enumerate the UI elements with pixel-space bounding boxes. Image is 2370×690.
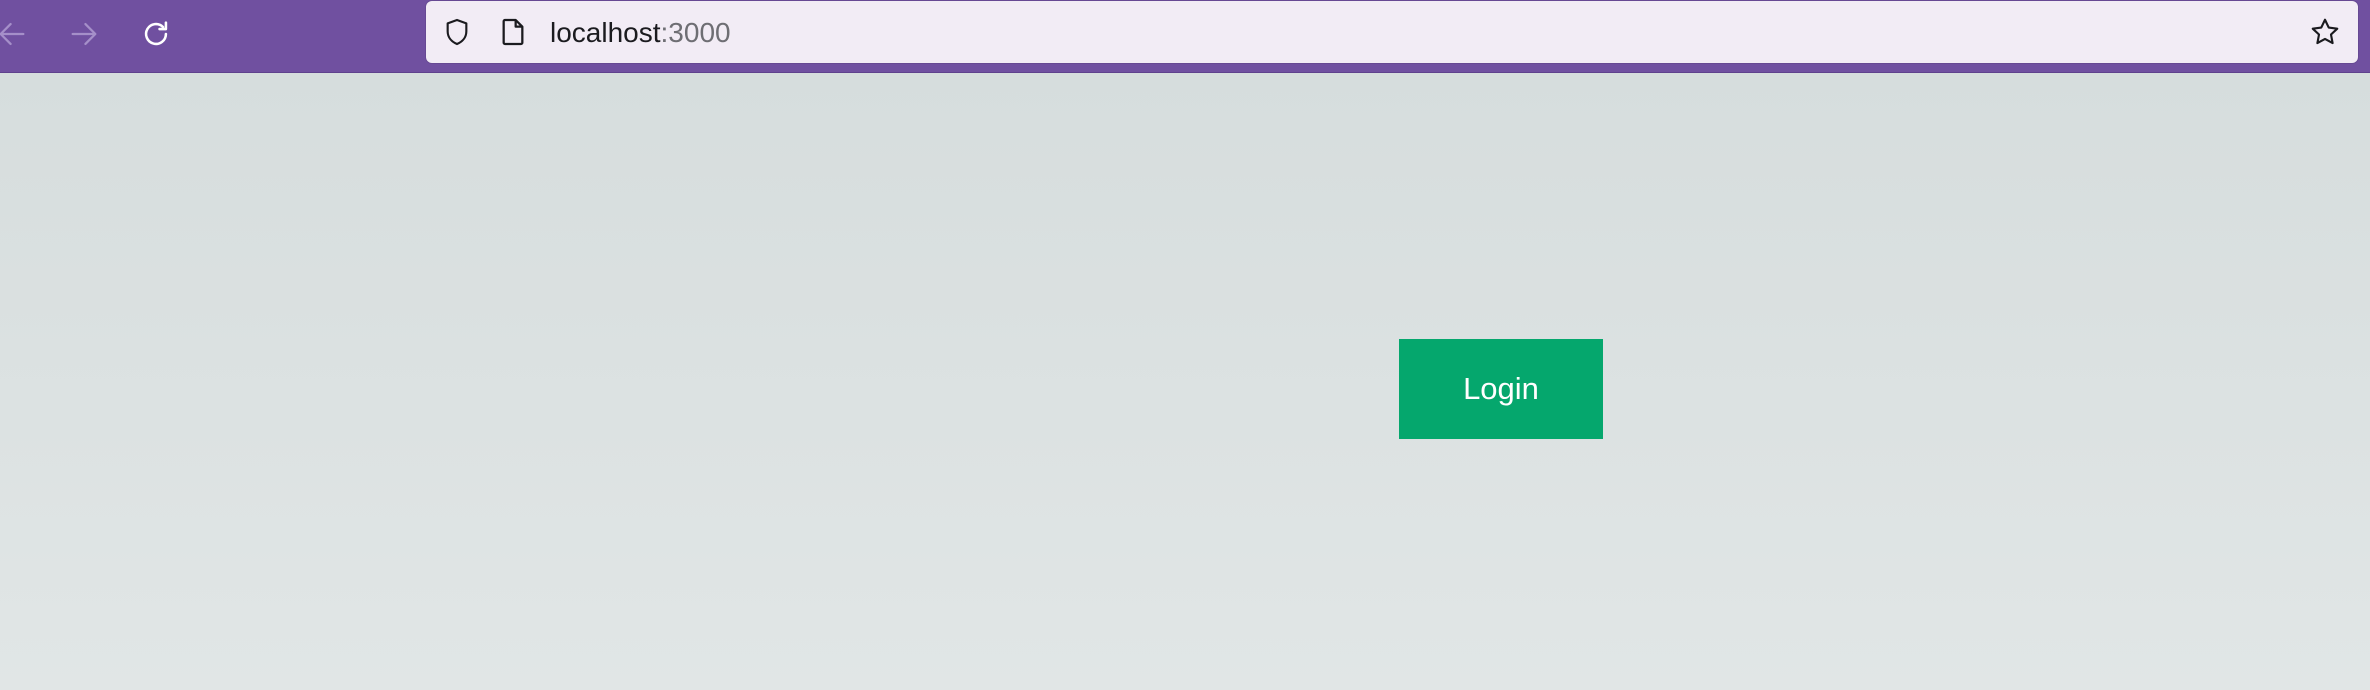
page-icon: [502, 18, 524, 46]
bookmark-button[interactable]: [2308, 15, 2342, 49]
shield-icon: [446, 18, 468, 46]
page-info-button[interactable]: [496, 15, 530, 49]
back-arrow-icon: [0, 22, 25, 46]
url-text[interactable]: localhost:3000: [550, 17, 731, 49]
address-bar[interactable]: localhost:3000: [426, 1, 2358, 63]
reload-button[interactable]: [136, 14, 176, 54]
login-button[interactable]: Login: [1399, 339, 1603, 439]
reload-icon: [144, 21, 168, 46]
url-host: localhost: [550, 17, 661, 48]
back-button[interactable]: [0, 14, 32, 54]
site-permissions-button[interactable]: [440, 15, 474, 49]
page-content: Login: [0, 73, 2370, 690]
forward-button[interactable]: [64, 14, 104, 54]
forward-arrow-icon: [71, 22, 97, 46]
url-port: :3000: [660, 17, 731, 48]
browser-toolbar: localhost:3000: [0, 0, 2370, 73]
bookmark-star-icon: [2311, 18, 2339, 45]
